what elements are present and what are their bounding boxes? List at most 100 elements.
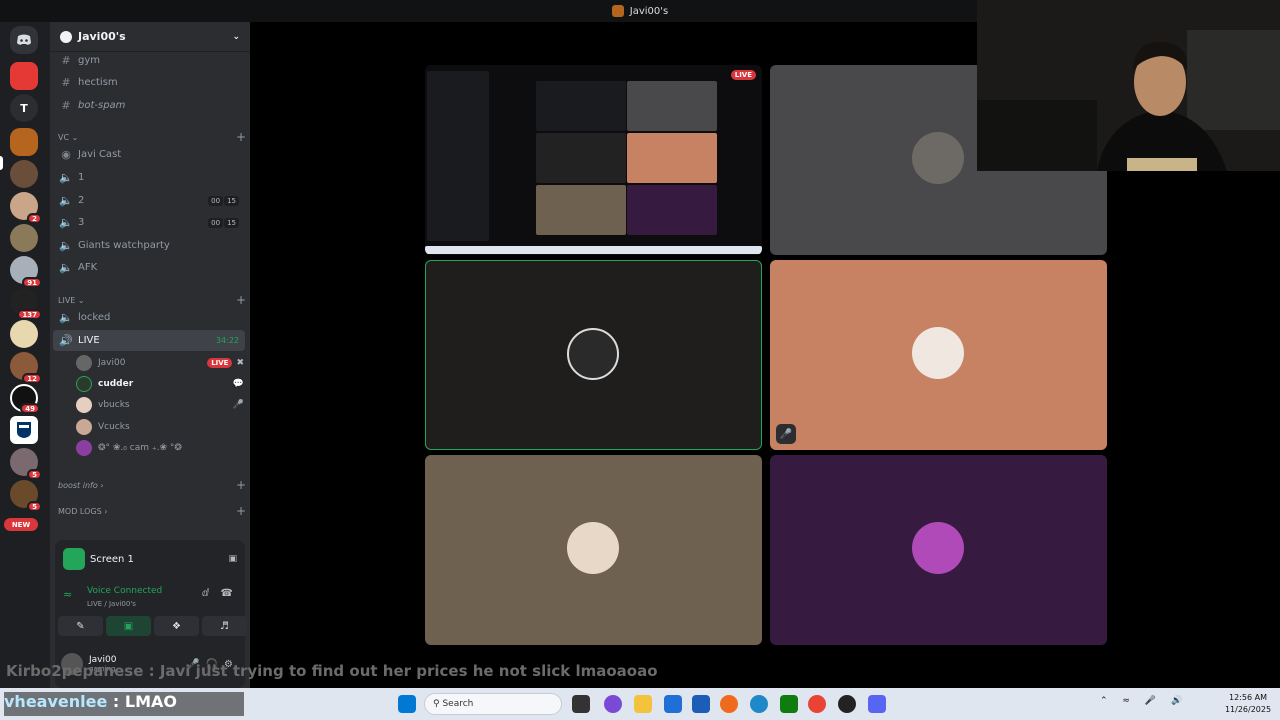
- hash-icon: #: [61, 76, 71, 89]
- server-icon-avatar[interactable]: 91: [10, 256, 42, 288]
- server-icon-avatar[interactable]: [10, 160, 38, 188]
- avatar: [76, 396, 92, 413]
- server-icon-current[interactable]: [10, 128, 38, 156]
- speaker-icon: 🔈: [59, 216, 73, 229]
- voice-channel-giants-watchparty[interactable]: 🔈 Giants watchparty: [53, 235, 245, 256]
- guild-icon: [60, 30, 72, 43]
- discord-taskbar-icon[interactable]: [868, 695, 886, 713]
- soundboard-button[interactable]: ♬: [202, 616, 247, 636]
- channel-hectism[interactable]: # hectism: [53, 72, 245, 93]
- voice-channel-locked[interactable]: 🔈 locked: [53, 307, 245, 328]
- app-icon[interactable]: [692, 695, 710, 713]
- participant-tile[interactable]: 🎤: [770, 260, 1107, 450]
- server-icon-avatar[interactable]: 5: [10, 480, 42, 512]
- server-icon-avatar[interactable]: 5: [10, 448, 42, 480]
- chevron-down-icon: ⌄: [71, 132, 79, 142]
- voice-channel-3[interactable]: 🔈 3 00 15: [53, 212, 245, 233]
- store-icon[interactable]: [664, 695, 682, 713]
- screen-share-button[interactable]: ▣: [106, 616, 151, 636]
- obs-icon[interactable]: [838, 695, 856, 713]
- server-icon-red[interactable]: [10, 62, 38, 90]
- voice-channel-2[interactable]: 🔈 2 00 15: [53, 190, 245, 211]
- add-channel-icon[interactable]: +: [236, 293, 246, 307]
- participant-tile-speaking[interactable]: [425, 260, 762, 450]
- category-boost-info[interactable]: boost info › +: [58, 478, 246, 492]
- channel-gym[interactable]: # gym: [53, 50, 245, 71]
- signal-icon: ≈: [63, 588, 73, 601]
- category-mod-logs[interactable]: MOD LOGS › +: [58, 504, 246, 518]
- window-title: Javi00's: [629, 5, 669, 17]
- participant-tile[interactable]: [425, 455, 762, 645]
- server-icon-avatar[interactable]: [10, 320, 38, 348]
- voice-member-cudder[interactable]: cudder 💬: [76, 373, 244, 394]
- server-rail: T 2 91 137 12 49 5 5 NEW: [0, 22, 50, 688]
- server-icon-letter[interactable]: T: [10, 94, 38, 122]
- server-selected-pip: [0, 156, 3, 170]
- speaker-icon: 🔈: [59, 194, 73, 207]
- xbox-icon[interactable]: [780, 695, 798, 713]
- speaker-icon: 🔈: [59, 239, 73, 252]
- stream-preview-sidebar: [427, 71, 489, 241]
- guild-header[interactable]: Javi00's ⌄: [50, 22, 250, 52]
- stream-preview-tile: [627, 185, 717, 235]
- server-icon-avatar[interactable]: 2: [10, 192, 42, 224]
- voice-channel-afk[interactable]: 🔈 AFK: [53, 257, 245, 278]
- wifi-icon: ≈: [1122, 696, 1136, 706]
- voice-member-vbucks[interactable]: vbucks 🎤: [76, 394, 244, 415]
- stream-preview-taskbar: [425, 246, 762, 254]
- search-input[interactable]: ⚲ Search: [424, 693, 562, 715]
- add-channel-icon[interactable]: +: [236, 130, 246, 144]
- stream-tile[interactable]: LIVE: [425, 65, 762, 255]
- category-live[interactable]: LIVE ⌄ +: [58, 293, 246, 307]
- copilot-icon[interactable]: [604, 695, 622, 713]
- camera-off-button[interactable]: ✎: [58, 616, 103, 636]
- stage-icon: ◉: [61, 148, 71, 161]
- webcam-overlay: [977, 0, 1280, 171]
- edge-icon[interactable]: [750, 695, 768, 713]
- voice-member-vcucks[interactable]: Vcucks: [76, 416, 244, 437]
- nfl-server-icon[interactable]: [10, 416, 38, 444]
- stream-preview-tile: [536, 133, 626, 183]
- chat-username: Kirbo2pepanese: [6, 662, 144, 680]
- server-icon-avatar[interactable]: 12: [10, 352, 42, 384]
- chevron-up-icon: ⌃: [1100, 696, 1114, 706]
- deafened-icon: ✖: [236, 357, 244, 368]
- category-vc[interactable]: VC ⌄ +: [58, 130, 246, 144]
- firefox-icon[interactable]: [720, 695, 738, 713]
- voice-member-cam[interactable]: ❂° ❀.₀ cam ₊.❀ °❂: [76, 437, 244, 458]
- camera-off-icon: ✎: [76, 620, 85, 632]
- noise-suppression-icon[interactable]: ⅆ: [202, 588, 209, 599]
- muted-mic-icon: 🎤: [232, 399, 244, 410]
- discord-home-icon[interactable]: [10, 26, 38, 54]
- clock[interactable]: 12:56 AM 11/26/2025: [1220, 692, 1276, 716]
- channel-bot-spam[interactable]: # bot-spam: [53, 95, 245, 116]
- activities-button[interactable]: ❖: [154, 616, 199, 636]
- chat-overlay-line: vheavenlee : LMAO: [4, 692, 244, 716]
- task-view-icon[interactable]: [572, 695, 590, 713]
- chevron-right-icon: ›: [104, 506, 108, 516]
- avatar: [912, 522, 964, 574]
- voice-member-javi00[interactable]: Javi00 LIVE ✖: [76, 352, 244, 373]
- server-icon-avatar[interactable]: [10, 224, 38, 252]
- participant-tile[interactable]: [770, 455, 1107, 645]
- add-channel-icon[interactable]: +: [236, 478, 246, 492]
- avatar: [567, 328, 619, 380]
- muted-mic-icon: 🎤: [776, 424, 796, 444]
- stop-share-icon[interactable]: ▣: [228, 554, 237, 564]
- avatar: [912, 132, 964, 184]
- server-icon-mouse[interactable]: 49: [10, 384, 40, 414]
- add-channel-icon[interactable]: +: [236, 504, 246, 518]
- start-icon[interactable]: [398, 695, 416, 713]
- file-explorer-icon[interactable]: [634, 695, 652, 713]
- voice-channel-1[interactable]: 🔈 1: [53, 167, 245, 188]
- chrome-icon[interactable]: [808, 695, 826, 713]
- voice-channel-live[interactable]: 🔊 LIVE 34:22: [53, 330, 245, 351]
- avatar: [76, 418, 92, 435]
- activities-icon: ❖: [172, 620, 181, 632]
- microphone-icon: 🎤: [1144, 696, 1163, 706]
- server-icon-squad[interactable]: 137: [10, 288, 42, 320]
- disconnect-icon[interactable]: ☎: [221, 588, 233, 599]
- channel-javi-cast[interactable]: ◉ Javi Cast: [53, 144, 245, 165]
- system-tray[interactable]: ⌃ ≈ 🎤 🔊: [1100, 696, 1220, 706]
- live-badge: LIVE: [730, 70, 756, 80]
